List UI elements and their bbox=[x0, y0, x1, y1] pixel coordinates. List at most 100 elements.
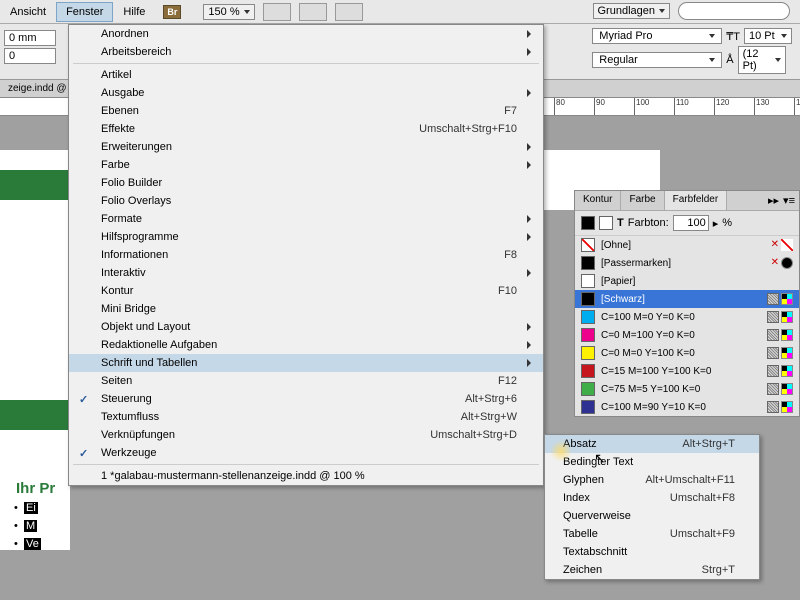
swatch-row[interactable]: [Schwarz] bbox=[575, 290, 799, 308]
fill-stroke-proxy[interactable] bbox=[581, 216, 595, 230]
submenu-zeichen[interactable]: ZeichenStrg+T bbox=[545, 561, 759, 579]
swatch-color-icon bbox=[581, 238, 595, 252]
menu-werkzeuge[interactable]: ✓Werkzeuge bbox=[69, 444, 543, 462]
swatch-row[interactable]: C=0 M=100 Y=0 K=0 bbox=[575, 326, 799, 344]
menu-folio-builder[interactable]: Folio Builder bbox=[69, 174, 543, 192]
menu-effekte[interactable]: EffekteUmschalt+Strg+F10 bbox=[69, 120, 543, 138]
menu-seiten[interactable]: SeitenF12 bbox=[69, 372, 543, 390]
none-icon bbox=[781, 239, 793, 251]
text-fill-icon[interactable]: T bbox=[617, 217, 624, 229]
chevron-down-icon bbox=[781, 34, 787, 38]
menu-farbe[interactable]: Farbe bbox=[69, 156, 543, 174]
menu-fenster[interactable]: Fenster bbox=[56, 2, 113, 22]
swatch-name: [Passermarken] bbox=[601, 258, 765, 269]
submenu-glyphen[interactable]: GlyphenAlt+Umschalt+F11 bbox=[545, 471, 759, 489]
swatch-row[interactable]: [Passermarken]✕ bbox=[575, 254, 799, 272]
submenu-arrow-icon bbox=[527, 143, 531, 151]
submenu-arrow-icon bbox=[527, 359, 531, 367]
swatch-color-icon bbox=[581, 274, 595, 288]
workspace-select[interactable]: Grundlagen bbox=[593, 3, 671, 19]
menu-ebenen[interactable]: EbenenF7 bbox=[69, 102, 543, 120]
search-input[interactable] bbox=[678, 2, 790, 20]
menu-folio-overlays[interactable]: Folio Overlays bbox=[69, 192, 543, 210]
cmyk-icon bbox=[781, 329, 793, 341]
panel-menu-icon[interactable]: ▾≡ bbox=[783, 194, 795, 207]
menu-formate[interactable]: Formate bbox=[69, 210, 543, 228]
x-field[interactable]: 0 mm bbox=[4, 30, 56, 46]
menu-hilfsprogramme[interactable]: Hilfsprogramme bbox=[69, 228, 543, 246]
view-mode-btn-3[interactable] bbox=[335, 3, 363, 21]
menu-kontur[interactable]: KonturF10 bbox=[69, 282, 543, 300]
swatches-panel: Kontur Farbe Farbfelder ▸▸▾≡ T Farbton: … bbox=[574, 190, 800, 417]
submenu-querverweise[interactable]: Querverweise bbox=[545, 507, 759, 525]
menu-redaktionell[interactable]: Redaktionelle Aufgaben bbox=[69, 336, 543, 354]
bridge-icon[interactable]: Br bbox=[163, 5, 181, 19]
leading-select[interactable]: (12 Pt) bbox=[738, 46, 786, 74]
submenu-tabelle[interactable]: TabelleUmschalt+F9 bbox=[545, 525, 759, 543]
swatch-color-icon bbox=[581, 364, 595, 378]
submenu-absatz[interactable]: AbsatzAlt+Strg+T bbox=[545, 435, 759, 453]
check-icon: ✓ bbox=[79, 447, 88, 460]
process-icon bbox=[767, 329, 779, 341]
menu-objekt-layout[interactable]: Objekt und Layout bbox=[69, 318, 543, 336]
menu-ansicht[interactable]: Ansicht bbox=[0, 2, 56, 22]
menu-interaktiv[interactable]: Interaktiv bbox=[69, 264, 543, 282]
menu-ausgabe[interactable]: Ausgabe bbox=[69, 84, 543, 102]
process-icon bbox=[767, 311, 779, 323]
swatch-color-icon bbox=[581, 382, 595, 396]
swatch-row[interactable]: [Papier] bbox=[575, 272, 799, 290]
collapse-icon[interactable]: ▸▸ bbox=[768, 194, 779, 207]
leading-icon: Å bbox=[726, 54, 733, 66]
menu-anordnen[interactable]: Anordnen bbox=[69, 25, 543, 43]
menu-erweiterungen[interactable]: Erweiterungen bbox=[69, 138, 543, 156]
menu-informationen[interactable]: InformationenF8 bbox=[69, 246, 543, 264]
swatch-row[interactable]: C=100 M=0 Y=0 K=0 bbox=[575, 308, 799, 326]
menu-schrift-tabellen[interactable]: Schrift und Tabellen bbox=[69, 354, 543, 372]
font-size-select[interactable]: 10 Pt bbox=[744, 28, 792, 44]
tab-kontur[interactable]: Kontur bbox=[575, 191, 621, 210]
swap-icon[interactable] bbox=[599, 216, 613, 230]
tint-field[interactable]: 100 bbox=[673, 215, 709, 231]
swatch-color-icon bbox=[581, 256, 595, 270]
swatch-row[interactable]: C=15 M=100 Y=100 K=0 bbox=[575, 362, 799, 380]
submenu-arrow-icon bbox=[527, 30, 531, 38]
chevron-down-icon bbox=[709, 34, 715, 38]
menu-textumfluss[interactable]: TextumflussAlt+Strg+W bbox=[69, 408, 543, 426]
swatch-color-icon bbox=[581, 328, 595, 342]
y-field[interactable]: 0 bbox=[4, 48, 56, 64]
swatch-color-icon bbox=[581, 310, 595, 324]
font-style-select[interactable]: Regular bbox=[592, 52, 722, 68]
fenster-dropdown: Anordnen Arbeitsbereich Artikel Ausgabe … bbox=[68, 24, 544, 486]
swatch-name: [Papier] bbox=[601, 276, 787, 287]
swatch-name: [Schwarz] bbox=[601, 294, 761, 305]
menu-verknuepfungen[interactable]: VerknüpfungenUmschalt+Strg+D bbox=[69, 426, 543, 444]
check-icon: ✓ bbox=[79, 393, 88, 406]
font-family-select[interactable]: Myriad Pro bbox=[592, 28, 722, 44]
chevron-down-icon bbox=[244, 10, 250, 14]
cmyk-icon bbox=[781, 311, 793, 323]
menu-steuerung[interactable]: ✓SteuerungAlt+Strg+6 bbox=[69, 390, 543, 408]
menu-arbeitsbereich[interactable]: Arbeitsbereich bbox=[69, 43, 543, 61]
swatch-row[interactable]: C=100 M=90 Y=10 K=0 bbox=[575, 398, 799, 416]
list-item: Ei bbox=[24, 502, 38, 514]
submenu-index[interactable]: IndexUmschalt+F8 bbox=[545, 489, 759, 507]
menu-artikel[interactable]: Artikel bbox=[69, 66, 543, 84]
tab-farbe[interactable]: Farbe bbox=[621, 191, 664, 210]
schrift-tabellen-submenu: AbsatzAlt+Strg+T Bedingter Text GlyphenA… bbox=[544, 434, 760, 580]
view-mode-btn-2[interactable] bbox=[299, 3, 327, 21]
zoom-select[interactable]: 150 % bbox=[203, 4, 254, 20]
menu-mini-bridge[interactable]: Mini Bridge bbox=[69, 300, 543, 318]
chevron-down-icon bbox=[775, 58, 781, 62]
swatch-row[interactable]: C=0 M=0 Y=100 K=0 bbox=[575, 344, 799, 362]
list-item: M bbox=[24, 520, 37, 532]
submenu-bedingter-text[interactable]: Bedingter Text bbox=[545, 453, 759, 471]
submenu-textabschnitt[interactable]: Textabschnitt bbox=[545, 543, 759, 561]
menu-open-doc-1[interactable]: 1 *galabau-mustermann-stellenanzeige.ind… bbox=[69, 467, 543, 485]
swatch-row[interactable]: C=75 M=5 Y=100 K=0 bbox=[575, 380, 799, 398]
menu-hilfe[interactable]: Hilfe bbox=[113, 2, 155, 22]
tab-farbfelder[interactable]: Farbfelder bbox=[665, 191, 728, 210]
swatch-row[interactable]: [Ohne]✕ bbox=[575, 236, 799, 254]
tint-arrow-icon[interactable]: ▸ bbox=[713, 217, 719, 230]
view-mode-btn-1[interactable] bbox=[263, 3, 291, 21]
swatch-list: [Ohne]✕[Passermarken]✕ [Papier] [Schwarz] C… bbox=[575, 236, 799, 416]
